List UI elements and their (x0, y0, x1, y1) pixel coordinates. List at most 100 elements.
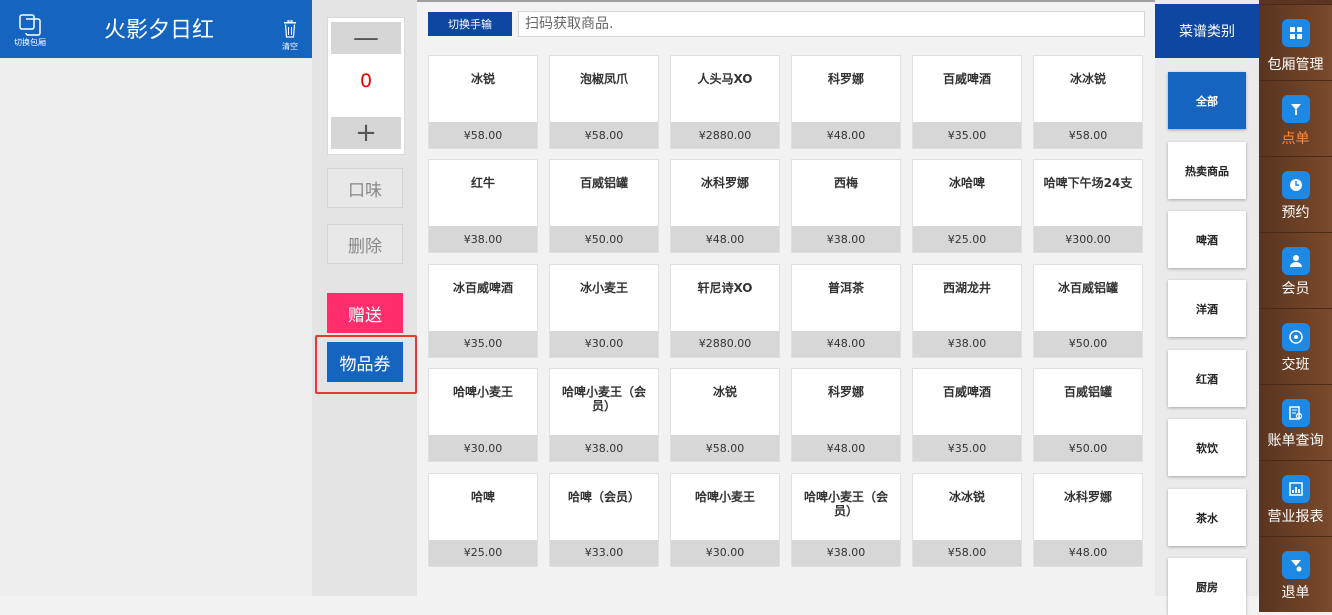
refund-icon (1282, 551, 1310, 579)
product-name: 冰锐 (470, 72, 495, 86)
nav-label: 账单查询 (1267, 433, 1324, 449)
product-price: ¥48.00 (671, 226, 779, 253)
category-item[interactable]: 红酒 (1168, 350, 1246, 407)
trash-icon (284, 19, 296, 38)
clear-button[interactable]: 清空 (276, 19, 304, 52)
quantity-stepper: — 0 + (327, 17, 405, 155)
switch-room-icon (19, 14, 41, 36)
product-card[interactable]: 冰小麦王 ¥30.00 (549, 263, 659, 358)
product-card[interactable]: 红牛 ¥38.00 (428, 159, 538, 254)
product-price: ¥58.00 (913, 539, 1021, 566)
category-item[interactable]: 洋酒 (1168, 280, 1246, 337)
nav-label: 交班 (1281, 357, 1310, 373)
product-card[interactable]: 西湖龙井 ¥38.00 (912, 263, 1022, 358)
product-card[interactable]: 泡椒凤爪 ¥58.00 (549, 55, 659, 149)
product-card[interactable]: 哈啤小麦王（会员） ¥38.00 (549, 368, 659, 463)
product-name: 冰锐 (712, 385, 737, 400)
product-name: 哈啤下午场24支 (1043, 176, 1133, 191)
product-card[interactable]: 哈啤 ¥25.00 (428, 472, 538, 567)
nav-item[interactable]: 账单查询 (1259, 384, 1332, 460)
room-title: 火影夕日红 (104, 18, 215, 43)
product-card[interactable]: 百威铝罐 ¥50.00 (1033, 368, 1143, 463)
category-item[interactable]: 茶水 (1168, 489, 1246, 546)
category-header: 菜谱类别 (1155, 4, 1259, 58)
product-card[interactable]: 普洱茶 ¥48.00 (791, 263, 901, 358)
product-card[interactable]: 轩尼诗XO ¥2880.00 (670, 263, 780, 358)
clock-icon (1282, 171, 1310, 199)
product-card[interactable]: 西梅 ¥38.00 (791, 159, 901, 254)
product-card[interactable]: 哈啤小麦王 ¥30.00 (428, 368, 538, 463)
category-item[interactable]: 啤酒 (1168, 211, 1246, 268)
product-price: ¥33.00 (550, 539, 658, 566)
room-header: 切换包厢 火影夕日红 清空 (0, 0, 312, 58)
product-name: 西湖龙井 (942, 280, 991, 295)
product-price: ¥58.00 (671, 435, 779, 462)
product-card[interactable]: 百威铝罐 ¥50.00 (549, 159, 659, 254)
product-card[interactable]: 冰冰锐 ¥58.00 (912, 472, 1022, 567)
product-card[interactable]: 哈啤（会员） ¥33.00 (549, 472, 659, 567)
category-item[interactable]: 厨房 (1168, 558, 1246, 615)
product-card[interactable]: 科罗娜 ¥48.00 (791, 368, 901, 463)
product-price: ¥300.00 (1034, 226, 1142, 253)
product-card[interactable]: 冰哈啤 ¥25.00 (912, 159, 1022, 254)
product-card[interactable]: 冰科罗娜 ¥48.00 (1033, 472, 1143, 567)
product-name: 冰哈啤 (948, 176, 985, 191)
product-name: 冰百威啤酒 (452, 280, 513, 295)
category-item[interactable]: 热卖商品 (1168, 142, 1246, 199)
product-name: 冰小麦王 (579, 280, 628, 295)
order-list (0, 58, 312, 596)
nav-item[interactable]: 预约 (1259, 156, 1332, 232)
product-name: 科罗娜 (827, 72, 864, 86)
product-name: 泡椒凤爪 (579, 72, 628, 86)
toggle-manual-input-button[interactable]: 切换手输 (428, 12, 512, 36)
product-card[interactable]: 冰锐 ¥58.00 (428, 55, 538, 149)
nav-item[interactable]: 退单 (1259, 536, 1332, 612)
product-name: 哈啤小麦王（会员） (561, 385, 646, 414)
gift-button[interactable]: 赠送 (327, 293, 403, 333)
nav-item[interactable]: 包厢管理 (1259, 4, 1332, 80)
nav-label: 预约 (1281, 205, 1310, 221)
nav-label: 会员 (1281, 281, 1310, 297)
product-name: 哈啤（会员） (567, 489, 640, 504)
product-name: 哈啤 (470, 489, 495, 504)
category-item[interactable]: 软饮 (1168, 419, 1246, 476)
product-price: ¥48.00 (792, 435, 900, 462)
product-name: 哈啤小麦王（会员） (803, 489, 888, 518)
category-item[interactable]: 全部 (1168, 72, 1246, 129)
product-card[interactable]: 哈啤小麦王 ¥30.00 (670, 472, 780, 567)
quantity-plus-button[interactable]: + (331, 117, 401, 149)
taste-button[interactable]: 口味 (327, 168, 403, 208)
product-name: 科罗娜 (827, 385, 864, 400)
product-card[interactable]: 冰百威啤酒 ¥35.00 (428, 263, 538, 358)
nav-item[interactable]: 会员 (1259, 232, 1332, 308)
switch-room-button[interactable]: 切换包厢 (10, 14, 50, 48)
product-name: 冰科罗娜 (700, 176, 749, 191)
shift-icon (1282, 323, 1310, 351)
quantity-minus-button[interactable]: — (331, 22, 401, 54)
product-price: ¥25.00 (913, 226, 1021, 253)
product-price: ¥50.00 (1034, 435, 1142, 462)
product-card[interactable]: 百威啤酒 ¥35.00 (912, 55, 1022, 149)
product-name: 百威铝罐 (1063, 385, 1112, 400)
voucher-button[interactable]: 物品券 (327, 342, 403, 382)
product-card[interactable]: 冰冰锐 ¥58.00 (1033, 55, 1143, 149)
product-card[interactable]: 冰科罗娜 ¥48.00 (670, 159, 780, 254)
delete-button[interactable]: 删除 (327, 224, 403, 264)
product-card[interactable]: 哈啤小麦王（会员） ¥38.00 (791, 472, 901, 567)
product-card[interactable]: 冰锐 ¥58.00 (670, 368, 780, 463)
scan-input[interactable] (518, 11, 1145, 37)
product-card[interactable]: 人头马XO ¥2880.00 (670, 55, 780, 149)
nav-item[interactable]: 交班 (1259, 308, 1332, 384)
product-price: ¥50.00 (1034, 330, 1142, 357)
nav-item[interactable]: 营业报表 (1259, 460, 1332, 536)
product-card[interactable]: 冰百威铝罐 ¥50.00 (1033, 263, 1143, 358)
product-price: ¥48.00 (792, 122, 900, 148)
product-name: 百威啤酒 (942, 385, 991, 400)
product-price: ¥25.00 (429, 539, 537, 566)
nav-item[interactable]: 点单 (1259, 80, 1332, 156)
product-card[interactable]: 哈啤下午场24支 ¥300.00 (1033, 159, 1143, 254)
product-card[interactable]: 百威啤酒 ¥35.00 (912, 368, 1022, 463)
product-card[interactable]: 科罗娜 ¥48.00 (791, 55, 901, 149)
switch-room-label: 切换包厢 (14, 38, 46, 47)
product-price: ¥38.00 (913, 330, 1021, 357)
